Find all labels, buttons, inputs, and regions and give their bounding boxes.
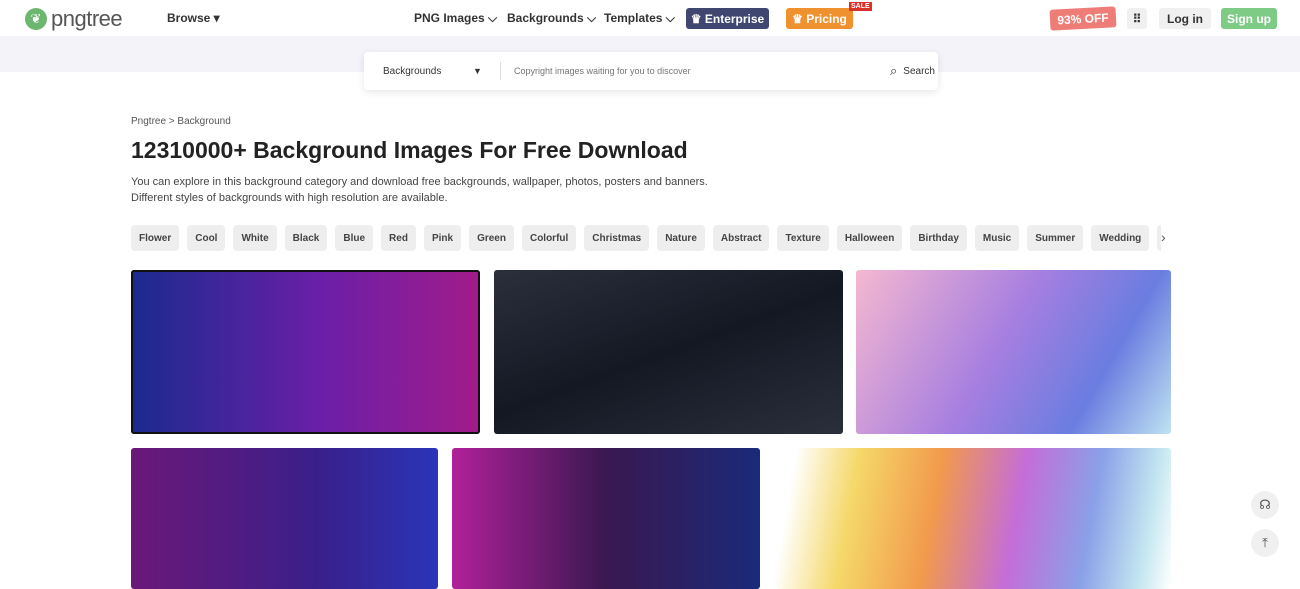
- background-image-dark-gold[interactable]: [494, 270, 843, 434]
- sale-badge: SALE: [849, 2, 872, 11]
- signup-button[interactable]: Sign up: [1221, 8, 1277, 29]
- search-bar: Backgrounds ▼ ⌕ Search: [364, 52, 938, 90]
- top-nav: ❦ pngtree Browse ▾ PNG Images ⌵ Backgroun…: [0, 0, 1300, 36]
- tag-halloween[interactable]: Halloween: [836, 225, 903, 251]
- leaf-icon: ❦: [25, 8, 47, 30]
- description: You can explore in this background categ…: [131, 174, 708, 206]
- category-select[interactable]: Backgrounds: [383, 66, 473, 77]
- search-icon[interactable]: ⌕: [890, 63, 897, 79]
- tag-cool[interactable]: Cool: [187, 225, 226, 251]
- pricing-button[interactable]: ♛ Pricing: [786, 8, 853, 29]
- tag-birthday[interactable]: Birthday: [910, 225, 967, 251]
- background-image-neon-brick-wall[interactable]: [131, 448, 438, 589]
- background-image-neon-brick[interactable]: [131, 270, 480, 434]
- templates-menu[interactable]: Templates ⌵: [604, 11, 675, 26]
- description-line: Different styles of backgrounds with hig…: [131, 192, 448, 204]
- discount-badge[interactable]: 93% OFF: [1049, 6, 1117, 31]
- login-button[interactable]: Log in: [1159, 8, 1211, 29]
- tag-music[interactable]: Music: [974, 225, 1020, 251]
- background-image-neon-frame[interactable]: [452, 448, 760, 589]
- tag-summer[interactable]: Summer: [1027, 225, 1084, 251]
- tag-christmas[interactable]: Christmas: [584, 225, 650, 251]
- search-input[interactable]: [514, 66, 884, 76]
- tag-blue[interactable]: Blue: [335, 225, 374, 251]
- tag-red[interactable]: Red: [381, 225, 416, 251]
- back-to-top-icon[interactable]: ⤒: [1251, 529, 1279, 557]
- chevron-right-icon[interactable]: ›: [1161, 229, 1166, 245]
- background-image-watercolor-purple[interactable]: [856, 270, 1171, 434]
- tag-nature[interactable]: Nature: [657, 225, 705, 251]
- pricing-label: Pricing: [806, 11, 847, 26]
- background-image-watercolor-splash[interactable]: [776, 448, 1171, 589]
- tag-black[interactable]: Black: [284, 225, 328, 251]
- tag-colorful[interactable]: Colorful: [521, 225, 577, 251]
- tag-texture[interactable]: Texture: [777, 225, 829, 251]
- search-button[interactable]: Search: [903, 66, 935, 77]
- caret-down-icon[interactable]: ▼: [473, 66, 487, 76]
- logo-text: pngtree: [51, 6, 123, 31]
- apps-grid-icon[interactable]: ⠿: [1127, 8, 1147, 29]
- browse-menu[interactable]: Browse ▾: [167, 11, 220, 25]
- headset-icon[interactable]: ☊: [1251, 491, 1279, 519]
- description-line: You can explore in this background categ…: [131, 176, 708, 188]
- enterprise-label: Enterprise: [704, 11, 765, 26]
- enterprise-button[interactable]: ♛ Enterprise: [686, 8, 769, 29]
- tag-list: Flower Cool White Black Blue Red Pink Green Colo…: [131, 225, 1161, 251]
- tag-flower[interactable]: Flower: [131, 225, 180, 251]
- png-images-menu[interactable]: PNG Images ⌵: [414, 11, 497, 26]
- page-title: 12310000+ Background Images For Free Dow…: [131, 137, 688, 163]
- tag-green[interactable]: Green: [469, 225, 514, 251]
- breadcrumb[interactable]: Pngtree > Background: [131, 116, 231, 127]
- tag-wedding[interactable]: Wedding: [1091, 225, 1150, 251]
- backgrounds-menu[interactable]: Backgrounds ⌵: [507, 11, 596, 26]
- tag-pink[interactable]: Pink: [423, 225, 462, 251]
- tag-abstract[interactable]: Abstract: [712, 225, 770, 251]
- tag-white[interactable]: White: [233, 225, 277, 251]
- divider: [500, 62, 501, 80]
- logo[interactable]: ❦ pngtree: [25, 6, 123, 32]
